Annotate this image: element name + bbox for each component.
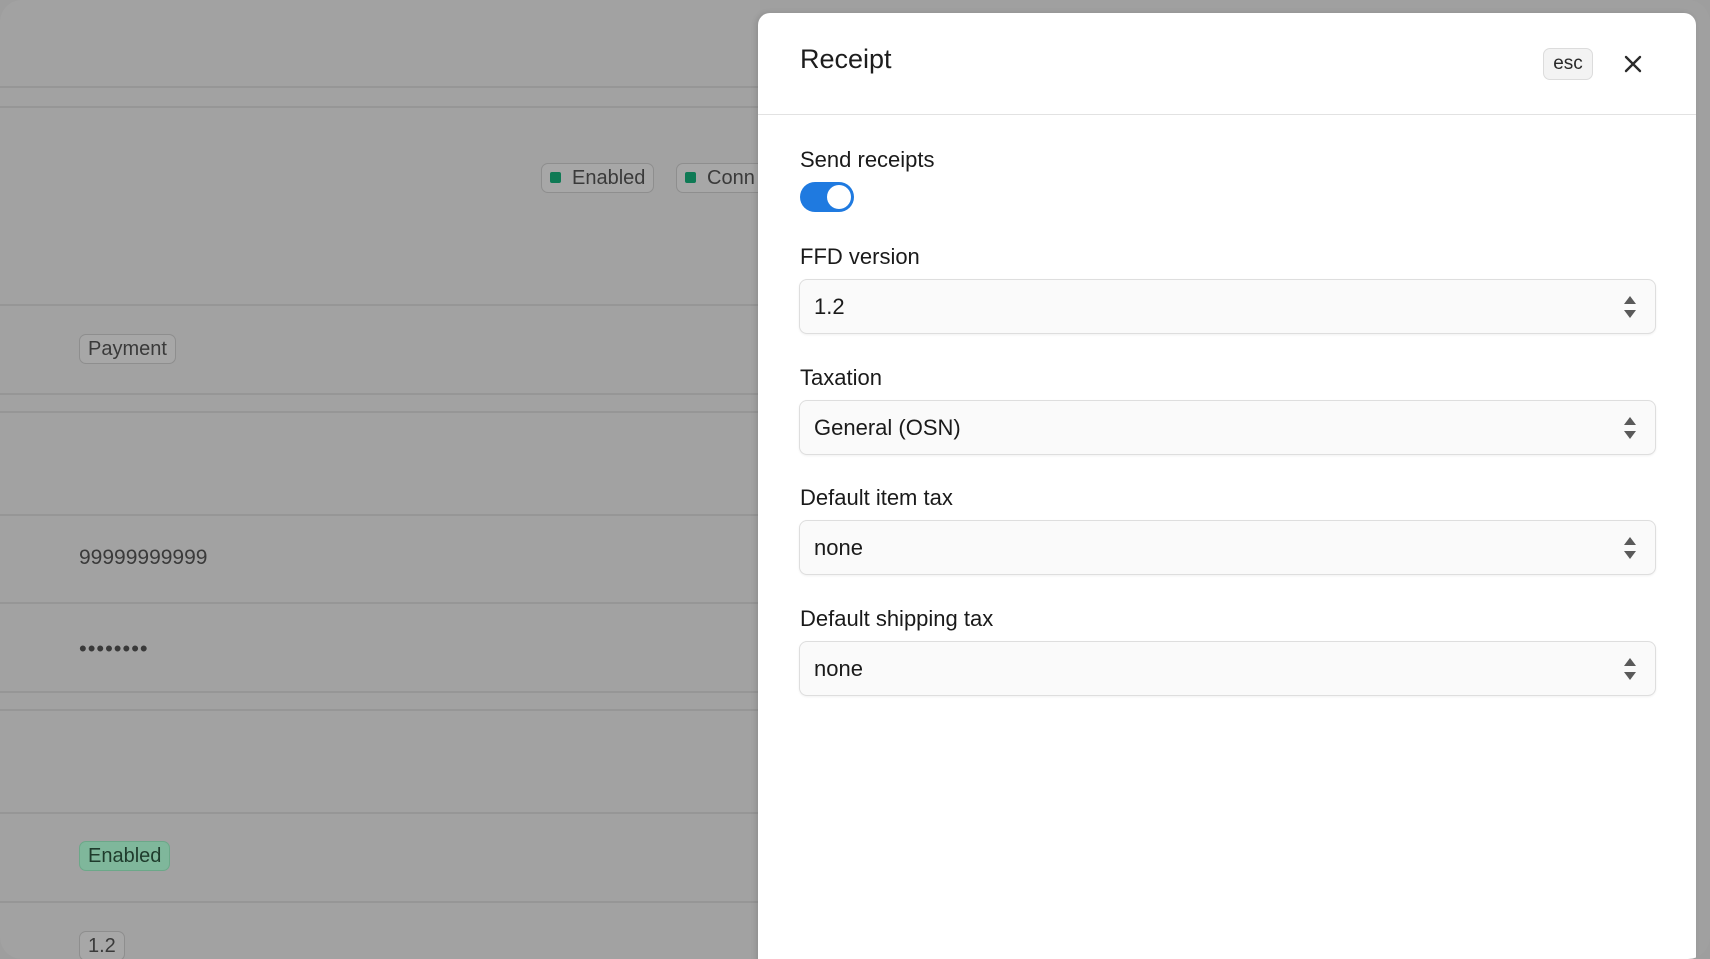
drawer-header: Receipt esc [758, 13, 1696, 115]
drawer-title: Receipt [800, 44, 892, 74]
select-arrows-icon [1623, 656, 1637, 682]
close-button[interactable] [1620, 51, 1646, 77]
shipping-tax-label: Default shipping tax [800, 606, 994, 631]
ffd-version-select[interactable]: 1.2 [799, 279, 1656, 334]
divider [0, 709, 760, 711]
password-mask: •••••••• [79, 636, 149, 661]
item-tax-label: Default item tax [800, 485, 953, 510]
divider [0, 106, 760, 108]
shipping-tax-value: none [814, 656, 863, 681]
version-chip: 1.2 [79, 931, 125, 959]
item-tax-value: none [814, 535, 863, 560]
phone-value: 99999999999 [79, 546, 208, 569]
status-chip-connected: Conn [676, 163, 766, 193]
divider [0, 304, 760, 306]
ffd-version-label: FFD version [800, 244, 920, 269]
item-tax-select[interactable]: none [799, 520, 1656, 575]
divider [0, 691, 760, 693]
select-arrows-icon [1623, 535, 1637, 561]
payment-chip: Payment [79, 334, 176, 364]
divider [0, 514, 760, 516]
status-chip-enabled: Enabled [541, 163, 655, 193]
select-arrows-icon [1623, 294, 1637, 320]
divider [0, 901, 760, 903]
ffd-version-value: 1.2 [814, 294, 845, 319]
divider [0, 411, 760, 413]
taxation-select[interactable]: General (OSN) [799, 400, 1656, 455]
status-dot-icon [550, 172, 561, 183]
receipt-drawer: Receipt esc Send receipts FFD version 1.… [758, 13, 1696, 959]
esc-key-hint: esc [1543, 48, 1593, 80]
enabled-badge: Enabled [79, 841, 171, 871]
background-page: Enabled Conn Payment 99999999999 •••••••… [0, 0, 766, 959]
divider [0, 602, 760, 604]
status-dot-icon [685, 172, 696, 183]
toggle-knob [827, 185, 851, 209]
divider [0, 393, 760, 395]
divider [0, 812, 760, 814]
taxation-value: General (OSN) [814, 415, 961, 440]
close-icon [1624, 55, 1642, 73]
taxation-label: Taxation [800, 365, 882, 390]
shipping-tax-select[interactable]: none [799, 641, 1656, 696]
divider [0, 86, 760, 88]
send-receipts-label: Send receipts [800, 147, 935, 172]
select-arrows-icon [1623, 415, 1637, 441]
screen: Enabled Conn Payment 99999999999 •••••••… [0, 0, 1710, 959]
send-receipts-toggle[interactable] [800, 182, 854, 212]
